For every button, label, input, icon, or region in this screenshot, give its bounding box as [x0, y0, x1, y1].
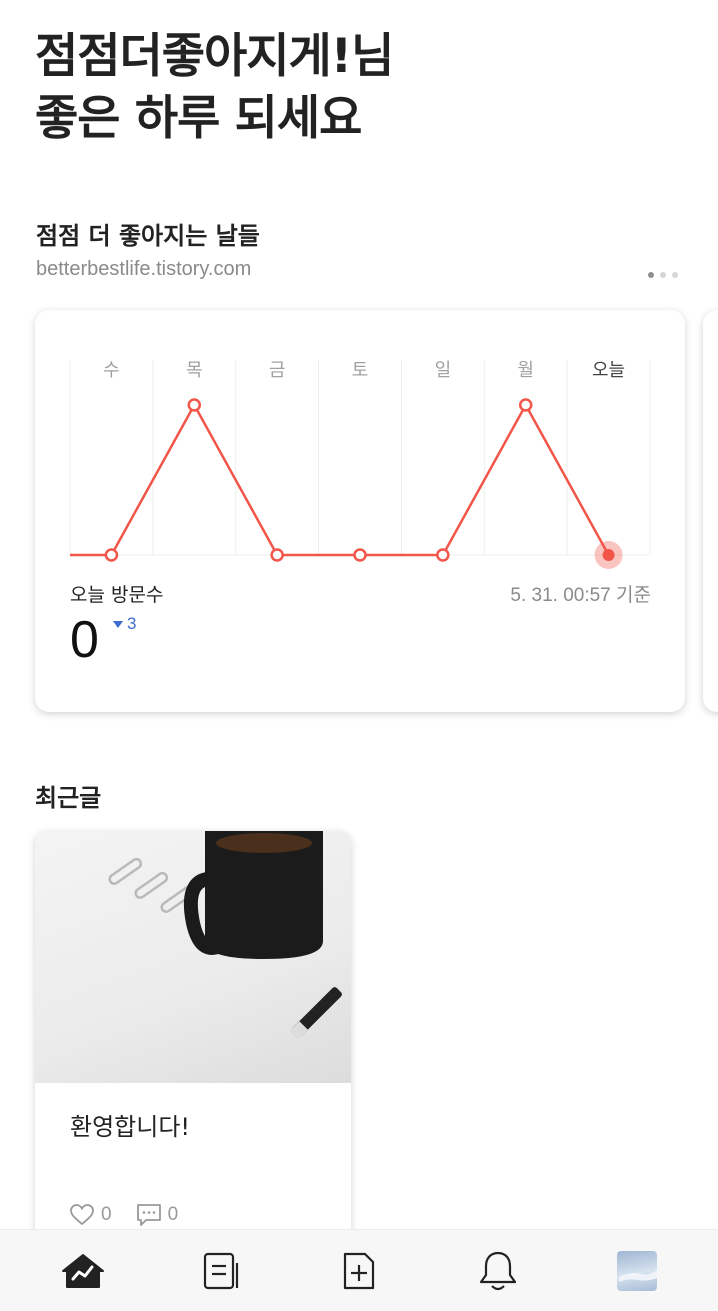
day-label: 목 — [186, 360, 203, 381]
posts-icon — [203, 1252, 239, 1290]
recent-posts-title: 최근글 — [35, 784, 102, 812]
new-post-icon — [343, 1252, 375, 1290]
greeting-line2: 좋은 하루 되세요 — [35, 91, 362, 146]
visitors-delta: 3 — [113, 614, 136, 634]
nav-posts[interactable] — [171, 1230, 271, 1311]
greeting-line1: 점점더좋아지게!님 — [35, 29, 394, 84]
greeting: 점점더좋아지게!님 좋은 하루 되세요 — [35, 26, 394, 150]
blog-title[interactable]: 점점 더 좋아지는 날들 — [36, 216, 260, 251]
visitors-basis-time: 5. 31. 00:57 기준 — [510, 585, 651, 606]
stats-icon — [62, 1254, 104, 1288]
blog-url[interactable]: betterbestlife.tistory.com — [36, 258, 251, 281]
profile-avatar — [617, 1251, 657, 1291]
visitors-count: 0 — [70, 611, 99, 669]
day-label: 월 — [517, 360, 534, 381]
post-card[interactable]: 환영합니다! 0 0 — [35, 831, 351, 1251]
visitor-stats-card[interactable]: 수 목 금 토 일 월 오늘 오늘 방문수 5. 31. 00:57 기준 0 3 — [35, 310, 685, 712]
visitor-line — [70, 403, 610, 557]
post-thumbnail — [35, 831, 351, 1083]
pager-dot — [672, 272, 678, 278]
data-point — [104, 548, 119, 562]
day-label: 토 — [352, 360, 369, 381]
next-card-peek[interactable] — [703, 310, 718, 712]
notification-icon — [479, 1251, 517, 1291]
data-point — [436, 548, 450, 562]
like-count: 0 — [101, 1204, 112, 1225]
pager-dot — [660, 272, 666, 278]
data-point — [518, 398, 533, 412]
pager-dot — [648, 272, 654, 278]
bottom-navigation — [0, 1229, 718, 1311]
visitors-delta-value: 3 — [127, 614, 137, 633]
today-point — [602, 549, 615, 561]
nav-profile[interactable] — [587, 1230, 687, 1311]
data-point — [353, 548, 367, 562]
data-point — [187, 398, 202, 412]
nav-stats[interactable] — [33, 1230, 133, 1311]
post-title[interactable]: 환영합니다! — [70, 1107, 190, 1142]
day-label: 일 — [435, 360, 452, 381]
day-label: 금 — [269, 360, 286, 381]
triangle-down-icon — [113, 620, 123, 628]
post-meta: 0 0 — [69, 1203, 194, 1227]
day-label: 수 — [103, 360, 120, 381]
nav-notifications[interactable] — [448, 1230, 548, 1311]
visitors-label: 오늘 방문수 — [70, 584, 164, 606]
comment-count: 0 — [167, 1204, 179, 1225]
comment-icon[interactable] — [136, 1203, 162, 1227]
nav-new-post[interactable] — [309, 1230, 409, 1311]
visitor-chart: 수 목 금 토 일 월 오늘 — [69, 360, 651, 569]
heart-icon[interactable] — [69, 1203, 95, 1227]
data-point — [270, 548, 284, 562]
day-label: 오늘 — [592, 360, 625, 381]
card-pager — [648, 272, 678, 278]
